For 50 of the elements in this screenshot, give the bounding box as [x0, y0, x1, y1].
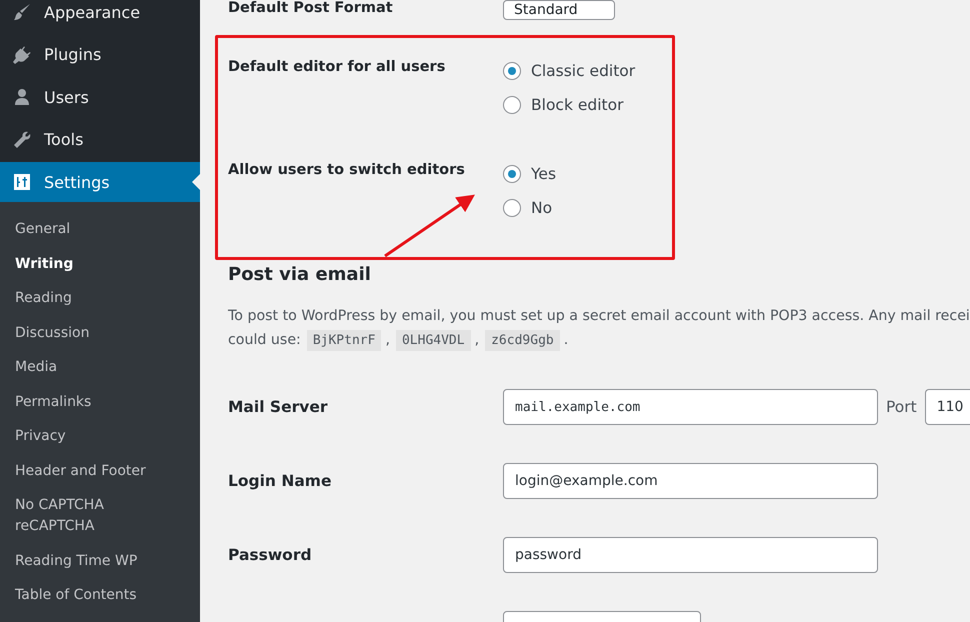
radio-label: No: [531, 199, 552, 217]
field-label: Password: [228, 546, 312, 564]
input-field[interactable]: password: [503, 537, 878, 573]
code-snippet: z6cd9Ggb: [485, 330, 560, 350]
input-field[interactable]: login@example.com: [503, 463, 878, 499]
input-field[interactable]: mail.example.com: [503, 389, 878, 425]
paintbrush-icon: [12, 2, 32, 22]
field-label: Allow users to switch editors: [228, 161, 465, 178]
radio-button[interactable]: [503, 199, 521, 217]
section-heading: Post via email: [228, 263, 372, 287]
field-label: Mail Server: [228, 398, 328, 416]
submenu-item[interactable]: Table of Contents: [15, 585, 165, 606]
sidebar-menu-item[interactable]: Appearance: [0, 0, 200, 34]
submenu-item[interactable]: Writing: [15, 254, 165, 274]
submenu-item[interactable]: Discussion: [15, 322, 165, 344]
format-dropdown[interactable]: Standard: [503, 0, 615, 20]
radio-button[interactable]: [503, 62, 521, 80]
radio-label: Yes: [531, 165, 556, 183]
submenu-item[interactable]: Header and Footer: [15, 460, 165, 482]
radio-label: Block editor: [531, 96, 624, 114]
submenu-item[interactable]: Permalinks: [15, 392, 165, 412]
punctuation-text: ,: [474, 332, 480, 348]
wrench-icon: [12, 130, 32, 150]
description-text: could use:: [228, 332, 301, 348]
port-field[interactable]: 110: [924, 389, 970, 425]
code-snippet: 0LHG4VDL: [396, 330, 471, 350]
punctuation-text: .: [564, 332, 568, 348]
sidebar-menu-item[interactable]: Plugins: [0, 34, 200, 76]
submenu-item[interactable]: Privacy: [15, 426, 165, 447]
radio-button[interactable]: [503, 165, 521, 183]
code-snippet: BjKPtnrF: [306, 330, 382, 350]
field-label: Port: [886, 398, 917, 416]
description-text: To post to WordPress by email, you must set up a secret email account with POP3 access. Any mail recei: [228, 307, 970, 326]
sidebar-menu-item[interactable]: Users: [0, 76, 200, 118]
field-label: Default editor for all users: [228, 58, 446, 75]
submenu-item[interactable]: No CAPTCHA reCAPTCHA: [15, 495, 165, 537]
submenu-item[interactable]: Reading: [15, 288, 165, 309]
sidebar-menu-item[interactable]: Tools: [0, 118, 200, 161]
submenu-item[interactable]: Media: [15, 357, 165, 378]
punctuation-text: ,: [385, 332, 390, 348]
field-label: Login Name: [228, 472, 332, 490]
submenu-item[interactable]: Reading Time WP: [15, 550, 165, 572]
radio-label: Classic editor: [531, 62, 636, 80]
plug-icon: [12, 44, 32, 65]
sidebar-menu-item[interactable]: Settings: [0, 162, 200, 202]
person-icon: [12, 87, 32, 108]
sliders-icon: [12, 172, 32, 192]
radio-button[interactable]: [503, 96, 521, 114]
submenu-item[interactable]: General: [15, 219, 165, 240]
field-label: Default Post Format: [228, 0, 393, 16]
